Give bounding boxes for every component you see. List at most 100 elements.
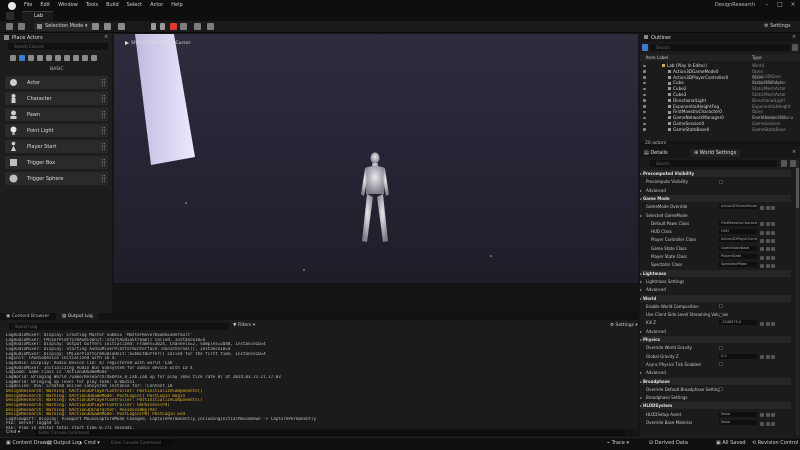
outliner-row[interactable]: Cube2 StaticMeshActor (640, 86, 790, 91)
details-property-row[interactable]: ▸ Lightmass Settings (640, 278, 791, 285)
revision-control-button[interactable]: ⟲ Revision Control (752, 440, 798, 446)
menu-edit[interactable]: Edit (40, 2, 50, 8)
expand-arrow-icon[interactable]: ▸ (640, 336, 642, 343)
details-section-header[interactable]: ▸ Game Mode (640, 194, 791, 202)
cube-pillar[interactable] (135, 34, 195, 165)
maximize-icon[interactable]: □ (775, 1, 785, 9)
visibility-eye-icon[interactable] (643, 99, 646, 102)
details-section-header[interactable]: ▸ World (640, 294, 791, 302)
volumes-icon[interactable] (73, 55, 79, 61)
cmd-selector[interactable]: Cmd ▾ (6, 430, 20, 435)
menu-file[interactable]: File (24, 2, 32, 8)
details-property-row[interactable]: Player State Class PlayerState (641, 253, 791, 260)
property-action-icons[interactable] (760, 230, 780, 235)
details-property-row[interactable]: ▸ Selected GameMode (640, 212, 791, 219)
property-action-icons[interactable] (760, 354, 780, 360)
details-property-row[interactable]: HLODSetup Asset None (641, 411, 791, 418)
blueprint-icon[interactable] (104, 23, 111, 30)
property-checkbox[interactable] (719, 387, 723, 392)
expand-arrow-icon[interactable]: ▸ (640, 328, 642, 335)
visibility-eye-icon[interactable] (643, 105, 646, 108)
outliner-row[interactable]: Action3DPlayerController0 Open Action3DPl… (640, 75, 790, 85)
geometry-icon[interactable] (64, 55, 70, 61)
outliner-row[interactable]: Lab (Play In Editor) World (640, 63, 790, 68)
expand-arrow-icon[interactable]: ▸ (640, 195, 642, 202)
expand-arrow-icon[interactable]: ▸ (640, 394, 642, 401)
cinematic-icon[interactable] (46, 55, 52, 61)
outliner-row[interactable]: Action3DGameMode0 Open Action3DGam (640, 69, 790, 79)
details-section-header[interactable]: ▸ Lightmass (640, 269, 791, 277)
column-item-label[interactable]: Item Label (646, 55, 668, 60)
more-icon[interactable] (91, 55, 97, 61)
details-section-header[interactable]: ▸ Precomputed Visibility (640, 170, 791, 177)
property-value[interactable]: -1048575.0 (719, 320, 757, 326)
details-section-header[interactable]: ▸ Physics (640, 336, 791, 343)
cinematics-icon[interactable] (118, 23, 125, 30)
close-icon[interactable]: × (792, 149, 796, 155)
trace-button[interactable]: ⌁ Trace ▾ (607, 440, 629, 446)
selection-mode-dropdown[interactable]: Selection Mode ▾ (34, 22, 94, 31)
all-saved-button[interactable]: ▣ All Saved (716, 440, 746, 446)
outliner-row[interactable]: Cube StaticMeshActor (640, 80, 790, 85)
expand-arrow-icon[interactable]: ▸ (640, 369, 642, 376)
tab-content-browser[interactable]: ▣ Content Browser (6, 314, 49, 319)
level-tab[interactable]: Lab (22, 11, 54, 21)
menu-actor[interactable]: Actor (150, 2, 163, 8)
outliner-search-input[interactable]: Search (650, 44, 790, 51)
place-item-point-light[interactable]: Point Light (5, 124, 108, 137)
close-icon[interactable]: × (792, 34, 796, 40)
property-value[interactable]: Action3DGameMode (719, 204, 757, 210)
property-action-icons[interactable] (760, 421, 780, 426)
platforms-icon[interactable] (207, 23, 214, 30)
property-action-icons[interactable] (760, 238, 780, 243)
place-actors-search-input[interactable]: Search Classes (8, 43, 108, 50)
details-property-row[interactable]: Global Gravity Z 0.0 (641, 353, 791, 360)
place-item-actor[interactable]: Actor (5, 76, 108, 89)
details-property-row[interactable]: Async Physics Tick Enabled (641, 361, 791, 368)
details-property-row[interactable]: Use Client Side Level Streaming Volumes (641, 311, 791, 318)
property-value[interactable]: 0.0 (719, 353, 757, 359)
drag-handle-icon[interactable] (102, 143, 105, 150)
viewport-options-icon[interactable] (125, 41, 129, 45)
details-property-row[interactable]: Override Default Broadphase Settings (641, 386, 791, 393)
place-item-player-start[interactable]: Player Start (5, 140, 108, 153)
outliner-row[interactable]: GameNetworkManager0 GameNetworkMana (640, 115, 793, 120)
property-action-icons[interactable] (760, 221, 780, 227)
console-command-input[interactable]: Enter Console Command (35, 430, 625, 436)
property-checkbox[interactable] (719, 362, 723, 367)
details-property-row[interactable]: ▸ Advanced (640, 187, 791, 194)
expand-arrow-icon[interactable]: ▸ (640, 378, 642, 385)
close-icon[interactable]: × (104, 34, 108, 40)
details-property-row[interactable]: ▸ Advanced (640, 286, 791, 293)
visibility-eye-icon[interactable] (643, 110, 646, 114)
log-settings-button[interactable]: ⚙ Settings ▾ (610, 323, 638, 328)
visibility-eye-icon[interactable] (643, 81, 646, 85)
outliner-row[interactable]: Cube3 StaticMeshActor (640, 92, 790, 97)
outliner-row[interactable]: FirstMaestroCharacter0 Open FirstMaestroC… (640, 109, 790, 120)
status-console-input[interactable]: Enter Console Command (108, 439, 172, 446)
outliner-row[interactable]: GameStateBase0 GameStateBase (640, 127, 790, 132)
details-property-row[interactable]: Kill Z -1048575.0 (641, 319, 791, 326)
derived-data-button[interactable]: ⛁ Derived Data (649, 440, 688, 446)
outliner-row[interactable]: ExponentialHeightFog ExponentialHeight (640, 104, 791, 109)
property-action-icons[interactable] (760, 205, 780, 210)
play-options-icon[interactable] (194, 23, 201, 30)
property-value[interactable]: FirstMaestroCharacter (719, 220, 757, 226)
mode-icon[interactable] (18, 23, 25, 30)
menu-help[interactable]: Help (171, 2, 182, 8)
property-checkbox[interactable] (719, 304, 723, 309)
property-value[interactable]: PlayerState (719, 254, 757, 259)
recent-icon[interactable] (10, 55, 16, 61)
details-property-row[interactable]: Override Base Material None (641, 419, 791, 426)
property-value[interactable]: GameStateBase (719, 245, 757, 251)
property-action-icons[interactable] (760, 321, 780, 326)
details-section-header[interactable]: ▸ HLODSystem (640, 402, 791, 410)
visibility-eye-icon[interactable] (643, 122, 646, 125)
place-item-pawn[interactable]: Pawn (5, 108, 108, 121)
details-scrollbar-thumb[interactable] (796, 168, 799, 208)
tab-details[interactable]: ▤ Details (644, 150, 668, 156)
pause-icon[interactable] (151, 23, 156, 30)
details-property-row[interactable]: Enable World Composition (641, 303, 791, 310)
drag-handle-icon[interactable] (102, 79, 105, 86)
details-property-row[interactable]: Player Controller Class Action3DPlayerCon… (641, 236, 791, 243)
